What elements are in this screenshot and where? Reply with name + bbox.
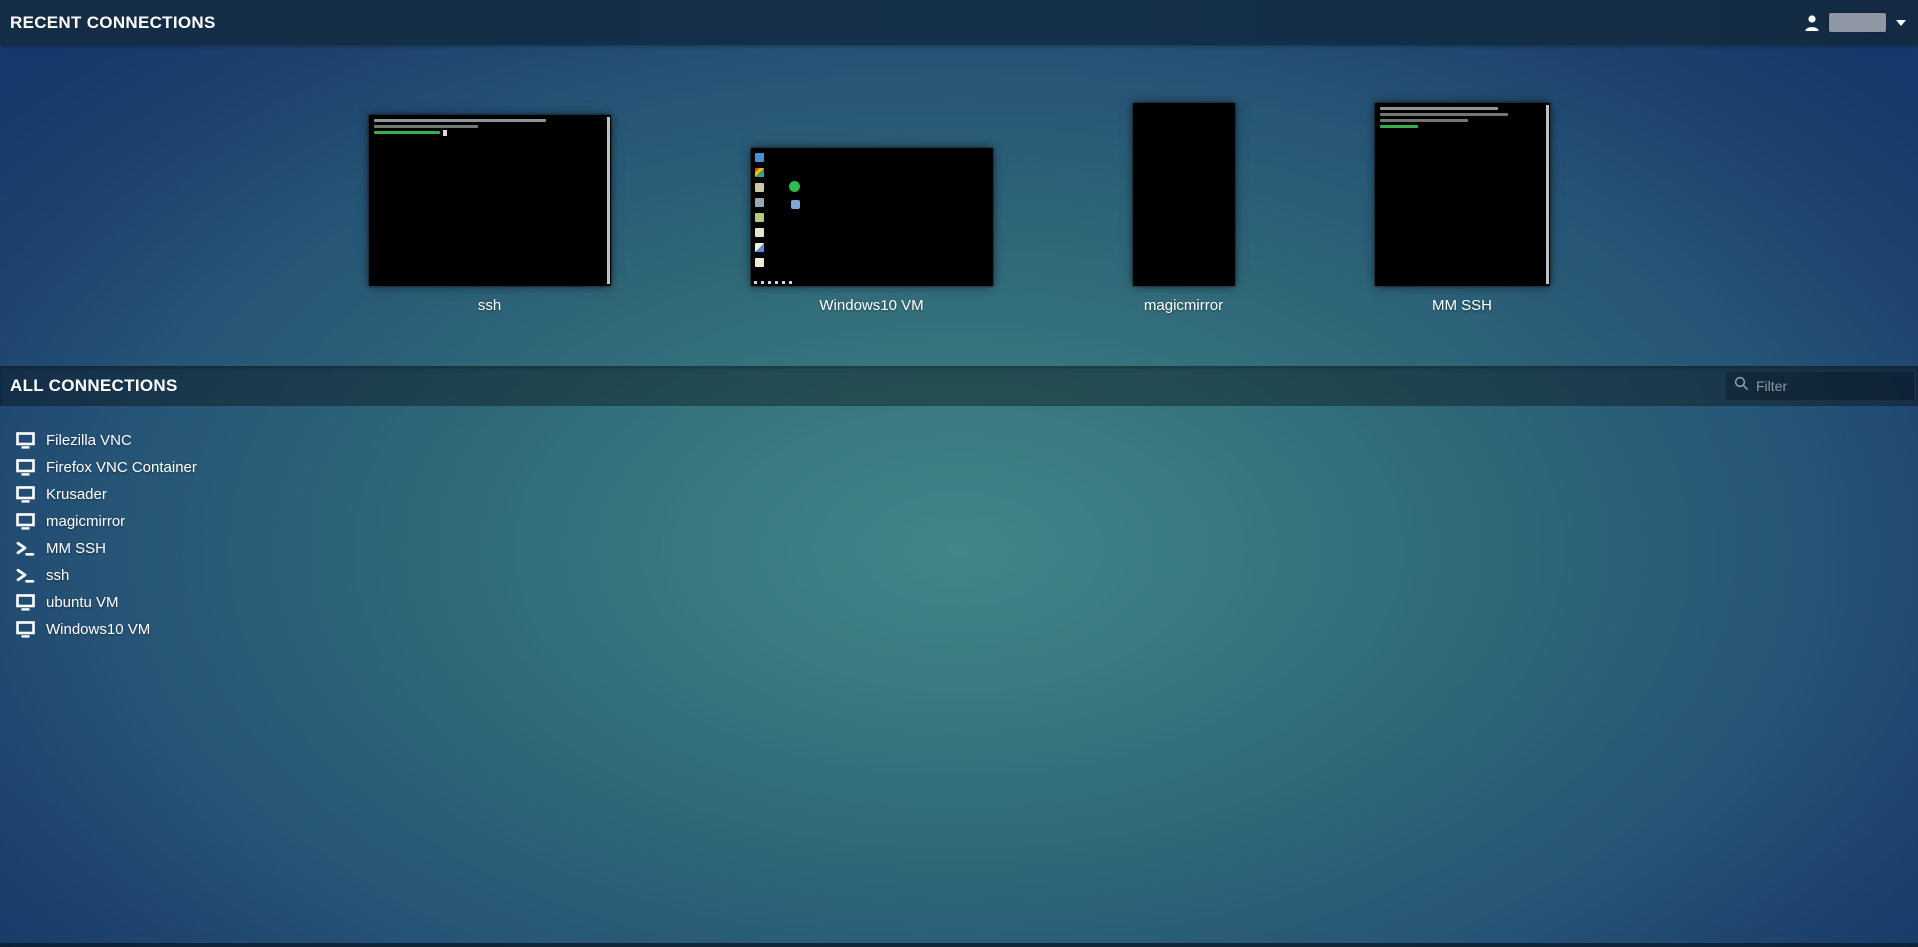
recent-connection-mm-ssh[interactable]: MM SSH: [1375, 103, 1550, 315]
background-bottom-edge: [0, 943, 1918, 947]
filter-box[interactable]: [1725, 371, 1915, 401]
connection-label: ssh: [46, 567, 69, 584]
monitor-icon: [16, 594, 35, 611]
monitor-icon: [16, 513, 35, 530]
all-connections-bar: ALL CONNECTIONS: [0, 366, 1918, 406]
monitor-icon: [16, 459, 35, 476]
mm-ssh-thumbnail: [1375, 103, 1550, 286]
recent-connection-label: MM SSH: [1432, 297, 1492, 315]
magicmirror-thumbnail: [1133, 103, 1235, 286]
chevron-down-icon: [1896, 20, 1906, 26]
connection-list: Filezilla VNC Firefox VNC Container Krus…: [16, 427, 211, 643]
connection-label: Firefox VNC Container: [46, 459, 197, 476]
connection-list-item[interactable]: ubuntu VM: [16, 589, 211, 616]
ssh-thumbnail: [369, 115, 611, 286]
connection-label: magicmirror: [46, 513, 125, 530]
terminal-scrollbar: [1546, 105, 1549, 284]
all-connections-title: ALL CONNECTIONS: [10, 376, 178, 396]
connection-list-item[interactable]: magicmirror: [16, 508, 211, 535]
filter-input[interactable]: [1756, 378, 1918, 394]
desktop-icon: [789, 181, 800, 192]
connection-list-item[interactable]: Filezilla VNC: [16, 427, 211, 454]
monitor-icon: [16, 486, 35, 503]
connection-list-item[interactable]: MM SSH: [16, 535, 211, 562]
connection-label: Krusader: [46, 486, 107, 503]
recent-connection-label: ssh: [478, 297, 501, 315]
recent-connection-magicmirror[interactable]: magicmirror: [1133, 103, 1235, 315]
connection-label: Filezilla VNC: [46, 432, 132, 449]
terminal-icon: [16, 568, 35, 584]
terminal-icon: [16, 541, 35, 557]
taskbar-preview: [754, 281, 792, 284]
terminal-output-preview: [374, 119, 546, 149]
connection-list-item[interactable]: Krusader: [16, 481, 211, 508]
username-redacted: [1829, 13, 1886, 32]
recent-connections-title: RECENT CONNECTIONS: [10, 13, 216, 33]
recent-connections-row: ssh Windows10 VM magicmirror: [0, 99, 1918, 315]
desktop-icons-preview: [755, 153, 764, 273]
monitor-icon: [16, 432, 35, 449]
recent-connection-ssh[interactable]: ssh: [369, 115, 611, 315]
connection-label: Windows10 VM: [46, 621, 150, 638]
connection-list-item[interactable]: Firefox VNC Container: [16, 454, 211, 481]
user-icon: [1802, 13, 1822, 33]
recent-connection-windows10-vm[interactable]: Windows10 VM: [751, 148, 993, 315]
recent-connection-label: magicmirror: [1144, 297, 1223, 315]
terminal-output-preview: [1380, 107, 1508, 143]
monitor-icon: [16, 621, 35, 638]
top-bar: RECENT CONNECTIONS: [0, 0, 1918, 45]
connection-label: ubuntu VM: [46, 594, 119, 611]
windows10-vm-thumbnail: [751, 148, 993, 286]
search-icon: [1734, 376, 1749, 396]
connection-label: MM SSH: [46, 540, 106, 557]
user-menu[interactable]: [1802, 13, 1906, 33]
connection-list-item[interactable]: ssh: [16, 562, 211, 589]
terminal-scrollbar: [607, 117, 610, 284]
connection-list-item[interactable]: Windows10 VM: [16, 616, 211, 643]
desktop-icon: [791, 200, 800, 209]
recent-connection-label: Windows10 VM: [819, 297, 923, 315]
